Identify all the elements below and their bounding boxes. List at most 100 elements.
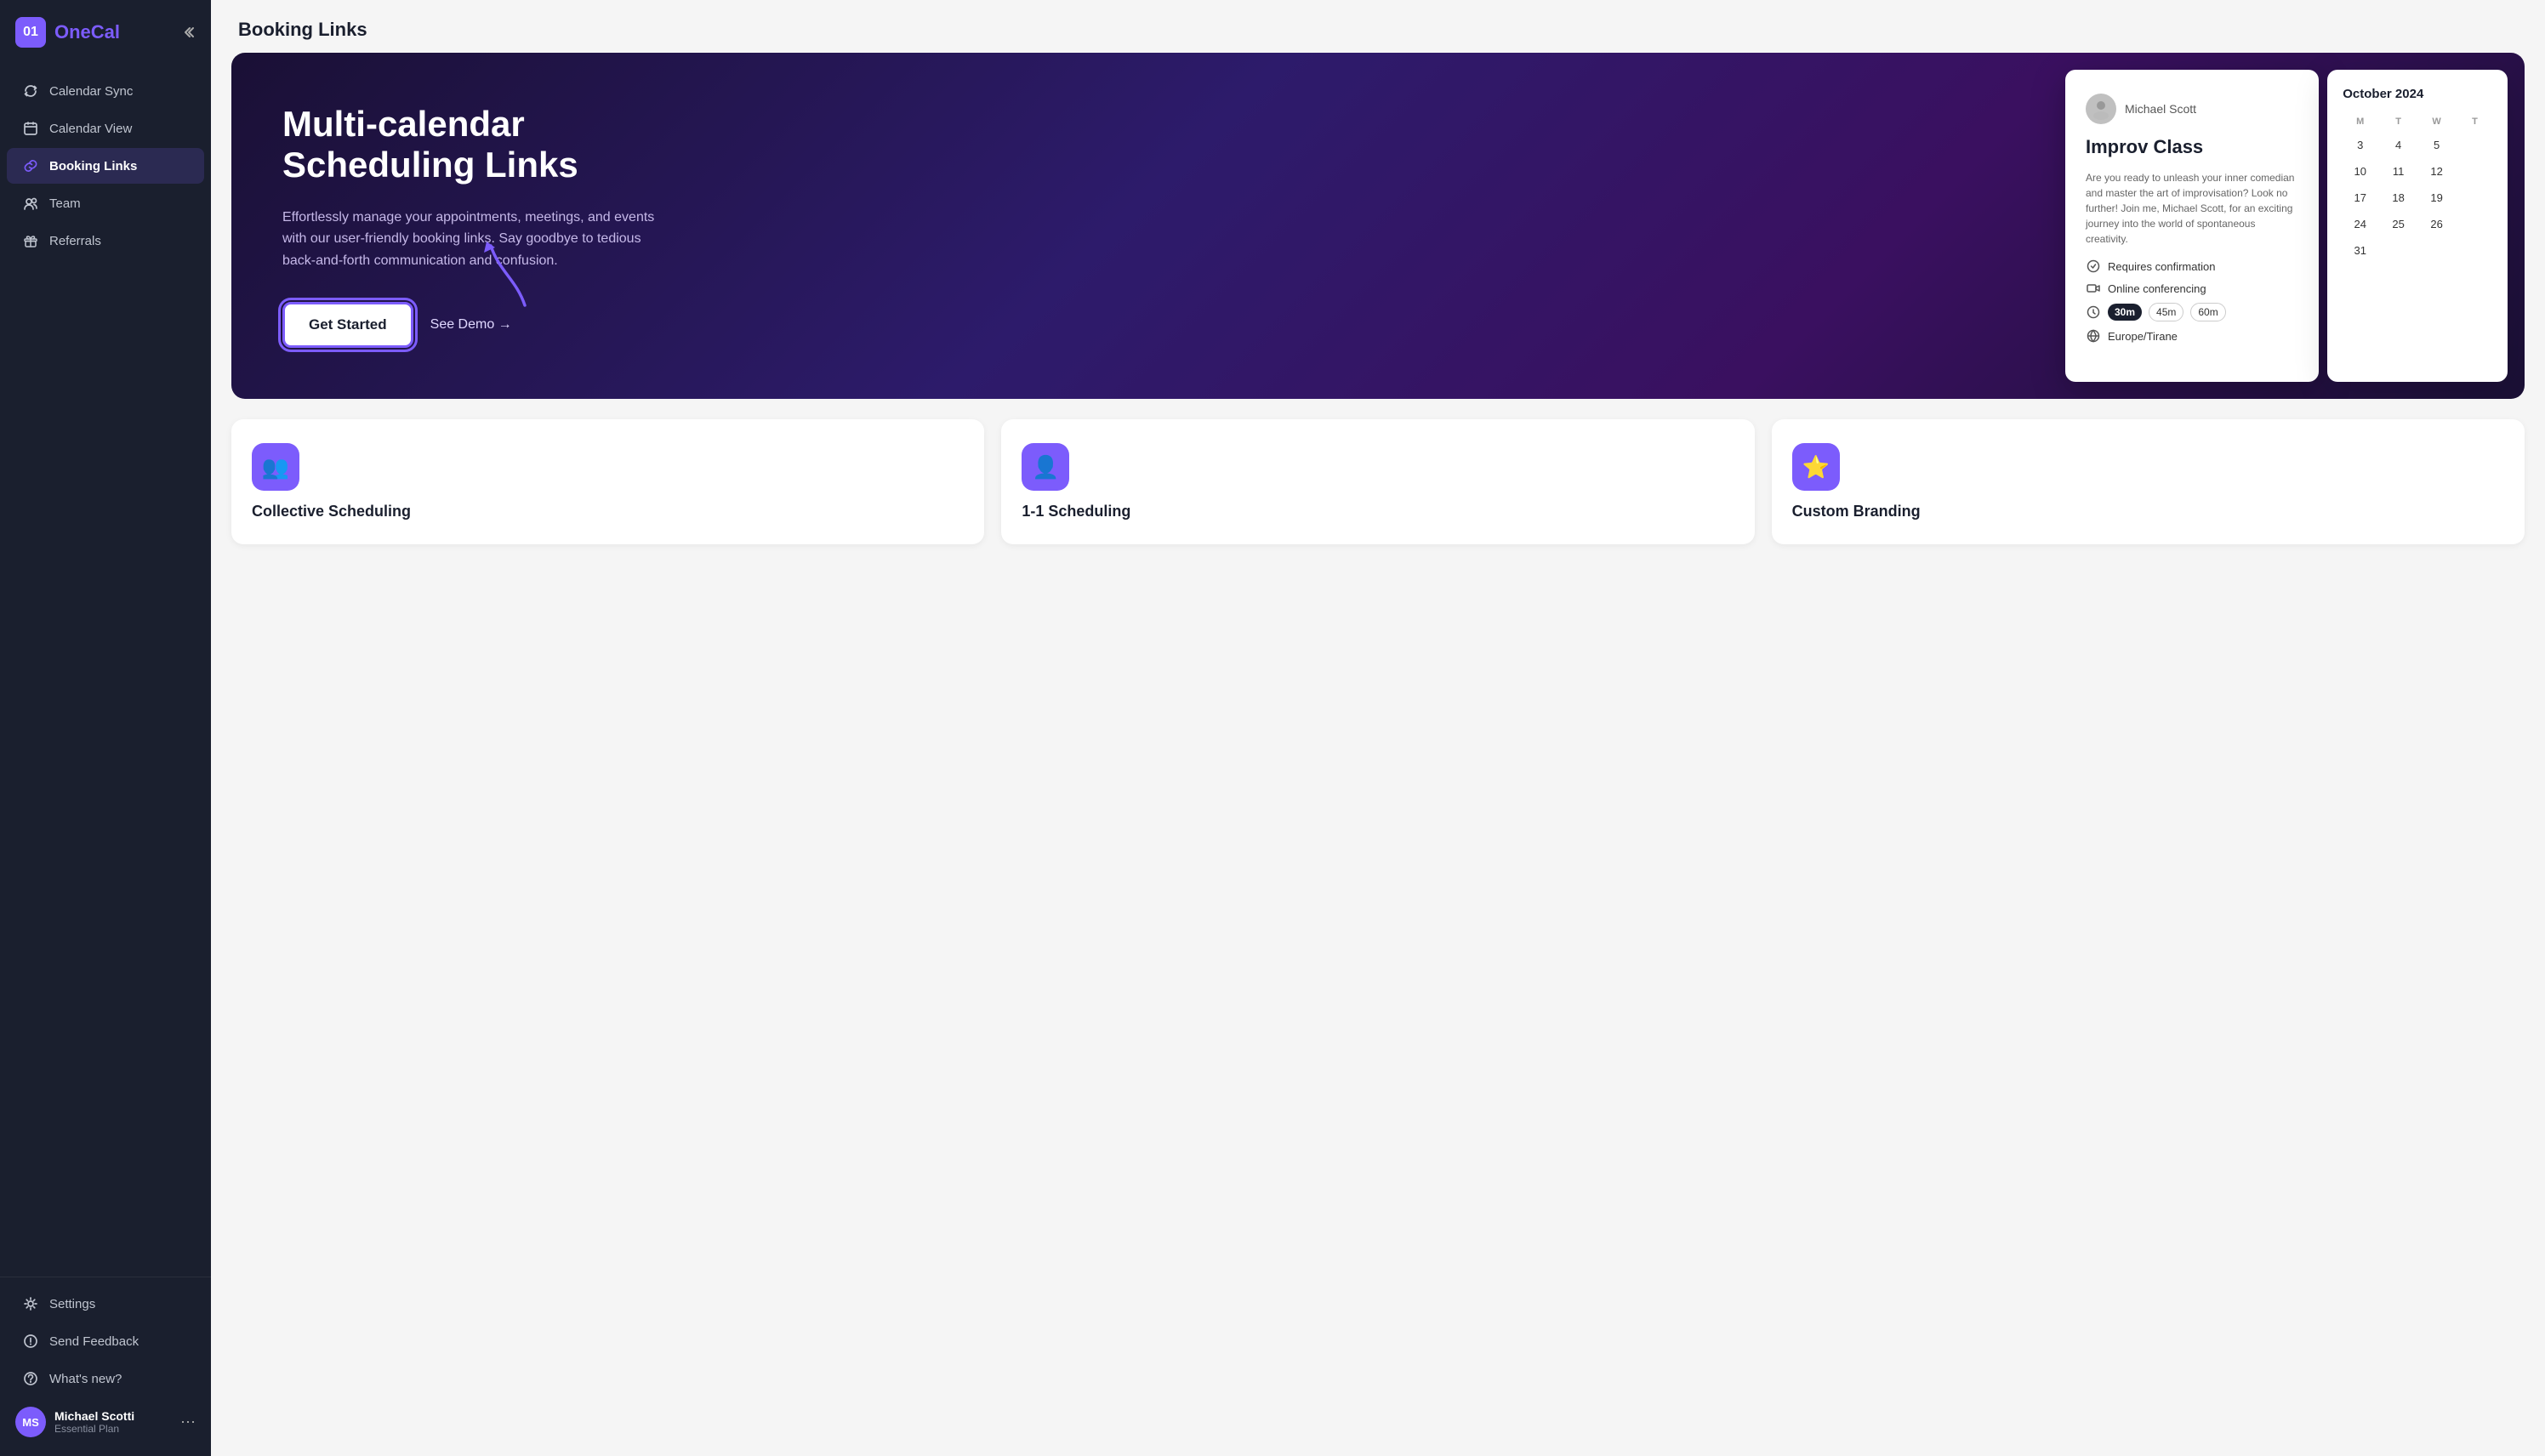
timezone-item: Europe/Tirane <box>2086 328 2298 344</box>
preview-meta: Requires confirmation Online conferencin… <box>2086 259 2298 344</box>
hero-preview-area: Michael Scott Improv Class Are you ready… <box>2065 53 2525 399</box>
calendar-grid: M T W T 3 4 5 10 11 12 17 18 19 24 <box>2343 113 2492 262</box>
cal-day-3[interactable]: 3 <box>2343 134 2377 156</box>
user-info: Michael Scotti Essential Plan <box>54 1409 172 1435</box>
nav-items: Calendar Sync Calendar View Booking Link… <box>0 65 211 1277</box>
feature-card-one-on-one: 👤 1-1 Scheduling <box>1001 419 1754 544</box>
cal-day-empty2 <box>2457 160 2492 183</box>
user-plan: Essential Plan <box>54 1423 172 1435</box>
gift-icon <box>22 232 39 249</box>
feature-title-custom-branding: Custom Branding <box>1792 503 2504 520</box>
custom-branding-icon-wrap: ⭐ <box>1792 443 1840 491</box>
preview-user-row: Michael Scott <box>2086 94 2298 124</box>
sidebar-item-label: Calendar Sync <box>49 84 133 99</box>
custom-branding-icon: ⭐ <box>1802 454 1829 481</box>
cal-day-10[interactable]: 10 <box>2343 160 2377 183</box>
calendar-preview: October 2024 M T W T 3 4 5 10 11 12 17 1… <box>2327 70 2508 382</box>
sidebar-item-settings[interactable]: Settings <box>7 1286 204 1322</box>
main-content: Booking Links Multi-calendar Scheduling … <box>211 0 2545 1456</box>
sidebar-collapse-button[interactable] <box>180 25 196 40</box>
sidebar-item-send-feedback[interactable]: Send Feedback <box>7 1323 204 1359</box>
video-icon <box>2086 281 2101 296</box>
user-name: Michael Scotti <box>54 1409 172 1423</box>
one-on-one-icon-wrap: 👤 <box>1022 443 1069 491</box>
sidebar-item-booking-links[interactable]: Booking Links <box>7 148 204 184</box>
feedback-icon <box>22 1333 39 1350</box>
duration-item: 30m 45m 60m <box>2086 303 2298 321</box>
preview-username: Michael Scott <box>2125 102 2196 116</box>
cal-day-11[interactable]: 11 <box>2381 160 2416 183</box>
sidebar-item-team[interactable]: Team <box>7 185 204 221</box>
sidebar-item-label: Calendar View <box>49 122 132 136</box>
avatar: MS <box>15 1407 46 1437</box>
sidebar-item-label: Team <box>49 196 81 211</box>
requires-confirmation-item: Requires confirmation <box>2086 259 2298 274</box>
cal-header-t2: T <box>2457 113 2492 130</box>
cal-day-empty3 <box>2457 186 2492 209</box>
collective-icon: 👥 <box>262 454 289 481</box>
one-on-one-icon: 👤 <box>1032 454 1059 481</box>
get-started-button[interactable]: Get Started <box>282 302 413 348</box>
timezone-label: Europe/Tirane <box>2108 330 2178 343</box>
calendar-month: October 2024 <box>2343 87 2492 101</box>
sync-icon <box>22 82 39 100</box>
help-icon <box>22 1370 39 1387</box>
cal-day-18[interactable]: 18 <box>2381 186 2416 209</box>
logo-icon: 01 <box>15 17 46 48</box>
cal-day-25[interactable]: 25 <box>2381 213 2416 236</box>
feature-title-one-on-one: 1-1 Scheduling <box>1022 503 1734 520</box>
link-icon <box>22 157 39 174</box>
sidebar-item-whats-new[interactable]: What's new? <box>7 1361 204 1396</box>
sidebar-item-label: Settings <box>49 1297 95 1311</box>
cal-day-19[interactable]: 19 <box>2419 186 2454 209</box>
duration-option-60[interactable]: 60m <box>2190 303 2225 321</box>
feature-card-custom-branding: ⭐ Custom Branding <box>1772 419 2525 544</box>
cal-day-26[interactable]: 26 <box>2419 213 2454 236</box>
duration-option-45[interactable]: 45m <box>2149 303 2183 321</box>
sidebar-item-label: Booking Links <box>49 159 137 173</box>
sidebar-item-referrals[interactable]: Referrals <box>7 223 204 259</box>
cal-day-12[interactable]: 12 <box>2419 160 2454 183</box>
logo-area: 01 OneCal <box>0 0 211 65</box>
cal-day-17[interactable]: 17 <box>2343 186 2377 209</box>
sidebar-bottom: Settings Send Feedback What's new? MS Mi… <box>0 1277 211 1456</box>
sidebar-item-label: What's new? <box>49 1372 122 1386</box>
feature-card-collective: 👥 Collective Scheduling <box>231 419 984 544</box>
booking-preview-card: Michael Scott Improv Class Are you ready… <box>2065 70 2319 382</box>
cal-day-empty1 <box>2457 134 2492 156</box>
sidebar-item-label: Send Feedback <box>49 1334 139 1349</box>
sidebar-item-calendar-sync[interactable]: Calendar Sync <box>7 73 204 109</box>
cal-day-empty4 <box>2457 213 2492 236</box>
feature-title-collective: Collective Scheduling <box>252 503 964 520</box>
duration-selected[interactable]: 30m <box>2108 304 2142 321</box>
sidebar-item-label: Referrals <box>49 234 101 248</box>
preview-avatar <box>2086 94 2116 124</box>
clock-icon <box>2086 304 2101 320</box>
user-menu-button[interactable]: ⋯ <box>180 1413 196 1431</box>
collective-icon-wrap: 👥 <box>252 443 299 491</box>
requires-confirmation-label: Requires confirmation <box>2108 260 2215 273</box>
cal-header-t1: T <box>2381 113 2416 130</box>
user-row[interactable]: MS Michael Scotti Essential Plan ⋯ <box>0 1398 211 1446</box>
hero-banner: Multi-calendar Scheduling Links Effortle… <box>231 53 2525 399</box>
online-conferencing-item: Online conferencing <box>2086 281 2298 296</box>
preview-event-title: Improv Class <box>2086 136 2298 158</box>
sidebar-item-calendar-view[interactable]: Calendar View <box>7 111 204 146</box>
logo-text: OneCal <box>54 21 120 43</box>
team-icon <box>22 195 39 212</box>
globe-icon <box>2086 328 2101 344</box>
cal-day-4[interactable]: 4 <box>2381 134 2416 156</box>
page-title: Booking Links <box>211 0 2545 53</box>
confirmation-icon <box>2086 259 2101 274</box>
features-row: 👥 Collective Scheduling 👤 1-1 Scheduling… <box>211 419 2545 565</box>
preview-description: Are you ready to unleash your inner come… <box>2086 170 2298 247</box>
cal-day-5[interactable]: 5 <box>2419 134 2454 156</box>
annotation-arrow <box>474 229 542 314</box>
cal-day-24[interactable]: 24 <box>2343 213 2377 236</box>
cal-header-w: W <box>2419 113 2454 130</box>
cal-header-m: M <box>2343 113 2377 130</box>
settings-icon <box>22 1295 39 1312</box>
cal-day-31[interactable]: 31 <box>2343 239 2377 262</box>
sidebar: 01 OneCal Calendar Sync Calendar View <box>0 0 211 1456</box>
see-demo-button[interactable]: See Demo → <box>430 317 512 333</box>
